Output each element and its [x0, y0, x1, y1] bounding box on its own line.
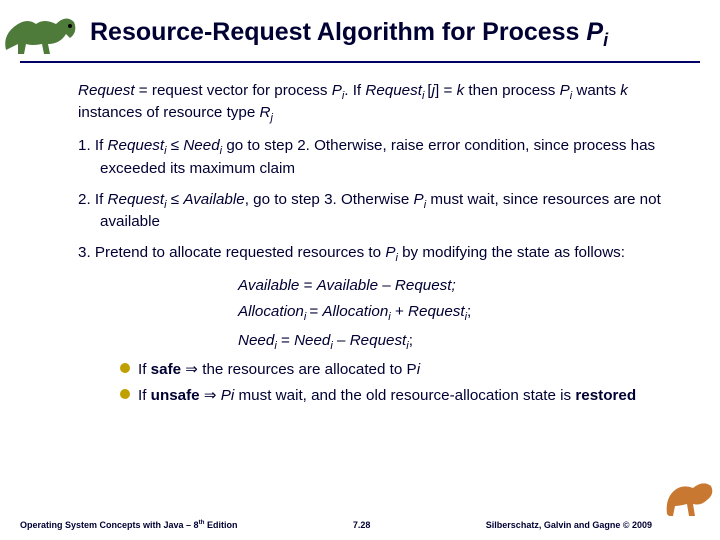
t: Available — [317, 277, 378, 294]
t: ⇒ — [200, 387, 221, 404]
t: 2. If — [78, 191, 108, 208]
page-title: Resource-Request Algorithm for Process P… — [90, 18, 700, 51]
t: Request — [108, 191, 165, 208]
t: P — [560, 82, 570, 99]
t: ; — [409, 332, 413, 349]
t: Pi — [221, 387, 235, 404]
t: P — [414, 191, 424, 208]
t: wants — [572, 82, 620, 99]
t: = — [309, 303, 322, 320]
t: Need — [294, 332, 330, 349]
t: Available — [183, 191, 244, 208]
step-3: 3. Pretend to allocate requested resourc… — [78, 243, 680, 266]
dinosaur-left-icon — [0, 4, 82, 62]
t: 1. If — [78, 137, 108, 154]
t: If — [138, 361, 151, 378]
equation-available: Available = Available – Request; — [78, 276, 680, 297]
t: then process — [464, 82, 559, 99]
slide: Resource-Request Algorithm for Process P… — [0, 0, 720, 540]
t: Request; — [395, 277, 456, 294]
t: ] = — [435, 82, 457, 99]
t: instances of resource type — [78, 104, 260, 121]
title-proc: P — [586, 18, 603, 46]
body: Request = request vector for process Pi.… — [0, 63, 720, 407]
t: Need — [238, 332, 274, 349]
footer-center: 7.28 — [353, 520, 371, 530]
footer: Operating System Concepts with Java – 8t… — [0, 519, 720, 530]
intro-paragraph: Request = request vector for process Pi.… — [78, 81, 680, 127]
t: , go to step 3. Otherwise — [245, 191, 414, 208]
t: i — [417, 361, 420, 378]
t: P — [332, 82, 342, 99]
title-sub: i — [603, 30, 608, 50]
step-2: 2. If Requesti ≤ Available, go to step 3… — [78, 190, 680, 233]
t: ≤ — [167, 137, 184, 154]
t: – — [333, 332, 350, 349]
t: = request vector for process — [135, 82, 332, 99]
footer-left: Operating System Concepts with Java – 8t… — [20, 519, 238, 530]
t: Need — [183, 137, 219, 154]
t: Allocation — [322, 303, 388, 320]
step-1: 1. If Requesti ≤ Needi go to step 2. Oth… — [78, 136, 680, 179]
t: Request — [78, 82, 135, 99]
t: Request — [350, 332, 407, 349]
t: 3. Pretend to allocate requested resourc… — [78, 244, 385, 261]
t: restored — [575, 387, 636, 404]
t: unsafe — [151, 387, 200, 404]
t: safe — [151, 361, 181, 378]
t: Available — [238, 277, 299, 294]
bullet-icon — [120, 389, 130, 399]
t: Request — [365, 82, 422, 99]
equation-need: Needi = Needi – Requesti; — [78, 331, 680, 354]
t: by modifying the state as follows: — [398, 244, 625, 261]
t: k — [620, 82, 628, 99]
dinosaur-right-icon — [663, 470, 718, 520]
t: must wait, and the old resource-allocati… — [234, 387, 575, 404]
t: . If — [344, 82, 365, 99]
header: Resource-Request Algorithm for Process P… — [0, 0, 720, 57]
t: = — [277, 332, 294, 349]
title-text: Resource-Request Algorithm for Process — [90, 18, 586, 46]
t: Operating System Concepts with Java – 8 — [20, 520, 199, 530]
t: ; — [467, 303, 471, 320]
t: ≤ — [167, 191, 184, 208]
t: Request — [408, 303, 465, 320]
t: Edition — [205, 520, 238, 530]
t: + — [391, 303, 408, 320]
t: – — [378, 277, 395, 294]
bullet-unsafe: If unsafe ⇒ Pi must wait, and the old re… — [78, 386, 680, 407]
t: Allocation — [238, 303, 304, 320]
t: P — [385, 244, 395, 261]
footer-right: Silberschatz, Galvin and Gagne © 2009 — [486, 520, 700, 530]
t: Request — [108, 137, 165, 154]
t: If — [138, 387, 151, 404]
bullet-safe: If safe ⇒ the resources are allocated to… — [78, 360, 680, 381]
t: R — [260, 104, 271, 121]
equation-allocation: Allocationi = Allocationi + Requesti; — [78, 302, 680, 325]
t: ⇒ the resources are allocated to P — [181, 361, 417, 378]
bullet-icon — [120, 363, 130, 373]
t: j — [270, 113, 272, 125]
t: = — [299, 277, 316, 294]
